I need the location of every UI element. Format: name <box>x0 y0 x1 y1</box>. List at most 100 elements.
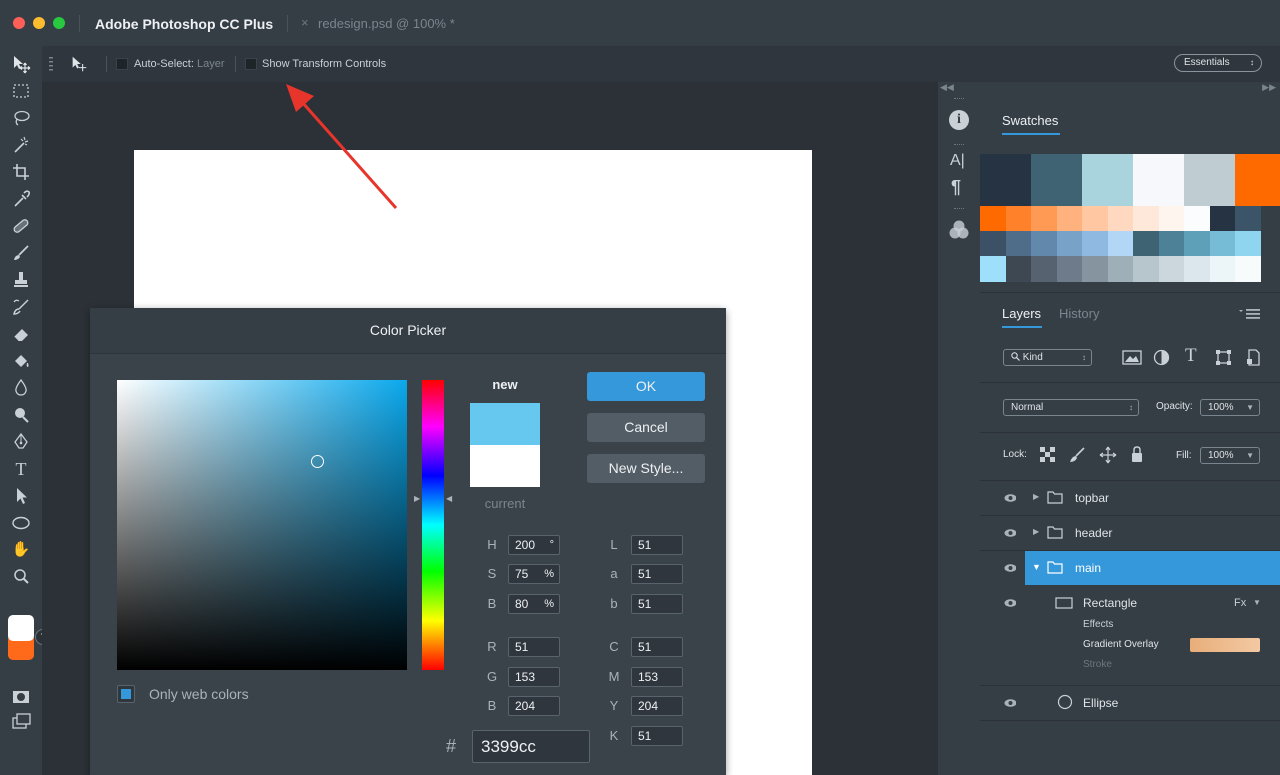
yellow-field[interactable]: 204 <box>631 696 683 716</box>
opacity-dropdown[interactable]: 100% ▼ <box>1200 399 1260 416</box>
move-tool[interactable] <box>10 53 32 75</box>
tab-swatches[interactable]: Swatches <box>1002 113 1058 128</box>
filter-pixel-icon[interactable] <box>1122 349 1142 366</box>
swatch[interactable] <box>1133 206 1159 231</box>
swatch[interactable] <box>1107 256 1133 282</box>
swatch[interactable] <box>1184 231 1210 256</box>
document-tab[interactable]: redesign.psd @ 100% * <box>318 16 455 31</box>
blend-mode-dropdown[interactable]: Normal ↕ <box>1003 399 1139 416</box>
layer-row-topbar[interactable]: ▶ topbar <box>980 481 1280 515</box>
current-color-preview[interactable] <box>470 445 540 487</box>
filter-type-icon[interactable]: T <box>1185 345 1197 367</box>
stamp-tool[interactable] <box>10 269 32 291</box>
lab-a-field[interactable]: 51 <box>631 564 683 584</box>
hex-field[interactable]: 3399cc <box>472 730 590 763</box>
swatch[interactable] <box>1158 206 1184 231</box>
show-transform-checkbox[interactable] <box>245 58 257 70</box>
swatch[interactable] <box>1082 206 1108 231</box>
healing-tool[interactable] <box>10 215 32 237</box>
lock-pixels-icon[interactable] <box>1068 446 1086 464</box>
auto-select-checkbox[interactable] <box>116 58 128 70</box>
swatch[interactable] <box>1133 231 1159 256</box>
swatch[interactable] <box>1082 231 1108 256</box>
swatch[interactable] <box>1235 154 1280 206</box>
stroke-effect[interactable]: Stroke <box>1083 659 1112 670</box>
tab-layers[interactable]: Layers <box>1002 306 1041 321</box>
swatch[interactable] <box>1031 154 1082 206</box>
close-tab-icon[interactable]: × <box>301 15 309 30</box>
eyedropper-tool[interactable] <box>10 188 32 210</box>
layer-row-rectangle[interactable]: Rectangle Fx ▼ Effects Gradient Overlay … <box>980 586 1280 686</box>
history-brush-tool[interactable] <box>10 296 32 318</box>
cyan-field[interactable]: 51 <box>631 637 683 657</box>
crop-tool[interactable] <box>10 161 32 183</box>
zoom-window-button[interactable] <box>53 17 65 29</box>
swatch[interactable] <box>1107 231 1133 256</box>
filter-adjustment-icon[interactable] <box>1153 349 1170 366</box>
lock-position-icon[interactable] <box>1099 446 1117 464</box>
brush-tool[interactable] <box>10 242 32 264</box>
fx-badge[interactable]: Fx <box>1234 597 1246 609</box>
lock-all-icon[interactable] <box>1131 446 1143 463</box>
swatch[interactable] <box>1031 231 1057 256</box>
swatch[interactable] <box>980 231 1006 256</box>
collapse-icon[interactable]: ◀◀ <box>940 82 954 93</box>
pen-tool[interactable] <box>10 431 32 453</box>
close-window-button[interactable] <box>13 17 25 29</box>
hue-slider-left-handle-icon[interactable]: ▶ <box>414 494 420 503</box>
green-field[interactable]: 153 <box>508 667 560 687</box>
swatch[interactable] <box>980 154 1031 206</box>
chevron-down-icon[interactable]: ▼ <box>1253 598 1261 607</box>
expand-caret-icon[interactable]: ▶ <box>1033 492 1039 501</box>
new-style-button[interactable]: New Style... <box>587 454 705 483</box>
workspace-dropdown[interactable]: Essentials ↕ <box>1174 54 1262 72</box>
visibility-eye-icon[interactable] <box>1004 528 1016 540</box>
lab-l-field[interactable]: 51 <box>631 535 683 555</box>
swatch[interactable] <box>1158 231 1184 256</box>
path-select-tool[interactable] <box>10 485 32 507</box>
red-field[interactable]: 51 <box>508 637 560 657</box>
channels-icon[interactable] <box>948 219 970 241</box>
layer-row-header[interactable]: ▶ header <box>980 516 1280 550</box>
kind-filter-dropdown[interactable]: Kind ↕ <box>1003 349 1092 366</box>
filter-shape-icon[interactable] <box>1215 349 1232 366</box>
swatch[interactable] <box>1082 154 1133 206</box>
swatch[interactable] <box>1005 206 1031 231</box>
blue-field[interactable]: 204 <box>508 696 560 716</box>
blur-tool[interactable] <box>10 377 32 399</box>
gradient-overlay-effect[interactable]: Gradient Overlay <box>1083 639 1159 650</box>
only-web-colors-checkbox[interactable] <box>117 685 135 703</box>
layer-row-ellipse[interactable]: Ellipse <box>980 686 1280 720</box>
swatch[interactable] <box>1235 231 1261 256</box>
panel-menu-icon[interactable] <box>1238 308 1262 320</box>
collapse-caret-icon[interactable]: ▼ <box>1032 562 1041 572</box>
hue-field[interactable]: 200 ° <box>508 535 560 555</box>
expand-caret-icon[interactable]: ▶ <box>1033 527 1039 536</box>
lasso-tool[interactable] <box>10 107 32 129</box>
swatch[interactable] <box>1209 206 1235 231</box>
swatch[interactable] <box>1158 256 1184 282</box>
black-field[interactable]: 51 <box>631 726 683 746</box>
swatch[interactable] <box>1184 206 1210 231</box>
expand-icon[interactable]: ▶▶ <box>1262 82 1276 93</box>
swatch[interactable] <box>980 206 1006 231</box>
saturation-field[interactable]: 75% <box>508 564 560 584</box>
screen-mode-tool[interactable] <box>10 710 32 732</box>
marquee-tool[interactable] <box>10 80 32 102</box>
swatch[interactable] <box>1184 256 1210 282</box>
swatch[interactable] <box>1056 256 1082 282</box>
eraser-tool[interactable] <box>10 323 32 345</box>
ok-button[interactable]: OK <box>587 372 705 401</box>
swatch[interactable] <box>1031 206 1057 231</box>
visibility-eye-icon[interactable] <box>1004 698 1016 710</box>
swatch[interactable] <box>1209 256 1235 282</box>
swatch[interactable] <box>1005 256 1031 282</box>
lab-b-field[interactable]: 51 <box>631 594 683 614</box>
fill-dropdown[interactable]: 100% ▼ <box>1200 447 1260 464</box>
visibility-eye-icon[interactable] <box>1004 563 1016 575</box>
swatch[interactable] <box>1031 256 1057 282</box>
auto-select-value[interactable]: Layer <box>197 58 225 70</box>
swatch[interactable] <box>1005 231 1031 256</box>
hand-tool[interactable]: ✋ <box>10 539 32 561</box>
type-tool[interactable]: T <box>10 458 32 480</box>
